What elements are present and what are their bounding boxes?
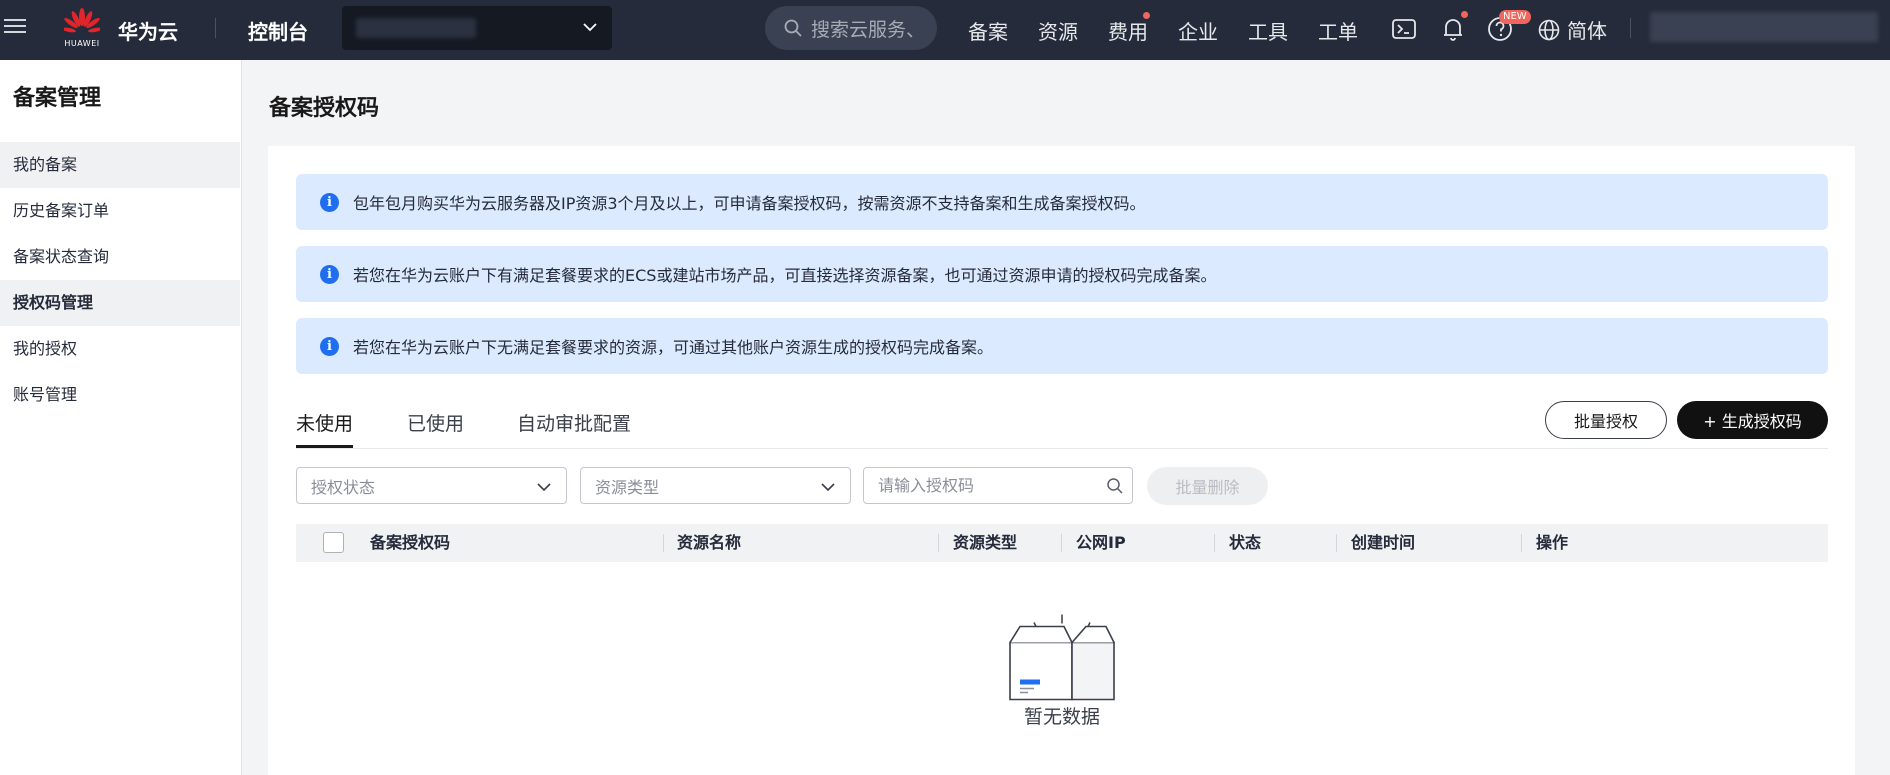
- batch-delete-button[interactable]: 批量删除: [1147, 467, 1268, 505]
- tab-auto-approval-config[interactable]: 自动审批配置: [517, 409, 631, 436]
- chevron-down-icon: [583, 23, 597, 32]
- auth-code-input[interactable]: [864, 468, 1084, 503]
- search-icon: [784, 19, 802, 37]
- bell-notification-dot: [1461, 11, 1468, 18]
- info-icon: i: [320, 264, 339, 284]
- language-switcher[interactable]: 简体: [1537, 15, 1607, 44]
- notice-text: 包年包月购买华为云服务器及IP资源3个月及以上，可申请备案授权码，按需资源不支持…: [353, 194, 1146, 213]
- tabs-divider: [296, 448, 1828, 449]
- info-icon: i: [320, 336, 339, 356]
- console-link[interactable]: 控制台: [248, 16, 308, 45]
- nav-filing[interactable]: 备案: [968, 16, 1008, 45]
- brand-name[interactable]: 华为云: [118, 16, 178, 45]
- global-search-input[interactable]: 搜索云服务、: [765, 6, 937, 50]
- logo-wordmark: HUAWEI: [64, 39, 100, 48]
- auth-status-placeholder: 授权状态: [311, 477, 376, 497]
- sidebar-item-history-orders[interactable]: 历史备案订单: [0, 188, 240, 234]
- chevron-down-icon: [537, 483, 551, 492]
- new-badge: NEW: [1499, 10, 1531, 24]
- auth-status-select[interactable]: 授权状态: [296, 467, 567, 504]
- menu-icon[interactable]: [4, 15, 28, 39]
- column-divider[interactable]: [1336, 534, 1337, 552]
- notice-text: 若您在华为云账户下有满足套餐要求的ECS或建站市场产品，可直接选择资源备案，也可…: [353, 266, 1217, 285]
- column-divider[interactable]: [1521, 534, 1522, 552]
- nav-tickets[interactable]: 工单: [1318, 16, 1358, 45]
- info-notice: i 包年包月购买华为云服务器及IP资源3个月及以上，可申请备案授权码，按需资源不…: [296, 174, 1828, 230]
- info-notice: i 若您在华为云账户下无满足套餐要求的资源，可通过其他账户资源生成的授权码完成备…: [296, 318, 1828, 374]
- globe-icon: [1538, 19, 1560, 40]
- sidebar: 备案管理 我的备案 历史备案订单 备案状态查询 授权码管理 我的授权 账号管理: [0, 60, 242, 775]
- auth-code-search: [863, 467, 1133, 504]
- notice-text: 若您在华为云账户下无满足套餐要求的资源，可通过其他账户资源生成的授权码完成备案。: [353, 338, 994, 357]
- page-title: 备案授权码: [269, 96, 380, 121]
- column-header[interactable]: 备案授权码: [370, 524, 450, 562]
- huawei-logo[interactable]: HUAWEI: [62, 8, 102, 52]
- bell-icon[interactable]: [1439, 15, 1467, 43]
- column-divider[interactable]: [1061, 534, 1062, 552]
- region-value-blurred: [356, 18, 476, 38]
- column-header[interactable]: 创建时间: [1351, 524, 1415, 562]
- resource-type-placeholder: 资源类型: [595, 477, 660, 497]
- region-selector[interactable]: [342, 6, 612, 50]
- account-menu-blurred[interactable]: [1650, 12, 1878, 42]
- tab-unused[interactable]: 未使用: [296, 409, 353, 436]
- batch-authorize-button[interactable]: 批量授权: [1545, 401, 1667, 439]
- tab-used[interactable]: 已使用: [407, 409, 464, 436]
- terminal-icon[interactable]: [1390, 15, 1418, 43]
- top-navigation-bar: HUAWEI 华为云 控制台 搜索云服务、 备案 资源 费用 企业 工具 工单 …: [0, 0, 1890, 60]
- resource-type-select[interactable]: 资源类型: [580, 467, 851, 504]
- language-label: 简体: [1567, 19, 1607, 43]
- huawei-flower-icon: [64, 8, 100, 33]
- sidebar-item-status-query[interactable]: 备案状态查询: [0, 234, 240, 280]
- empty-state-text: 暂无数据: [1023, 706, 1100, 728]
- search-icon[interactable]: [1106, 477, 1124, 495]
- search-placeholder: 搜索云服务、: [811, 18, 926, 41]
- column-divider[interactable]: [938, 534, 939, 552]
- column-divider[interactable]: [663, 534, 664, 552]
- divider: [215, 18, 216, 38]
- nav-enterprise[interactable]: 企业: [1178, 16, 1218, 45]
- info-icon: i: [320, 192, 339, 212]
- table-header: 备案授权码 资源名称 资源类型 公网IP 状态 创建时间 操作: [296, 524, 1828, 562]
- generate-auth-code-button[interactable]: + 生成授权码: [1677, 401, 1828, 439]
- column-header[interactable]: 公网IP: [1076, 524, 1126, 562]
- sidebar-item-auth-code-management[interactable]: 授权码管理: [0, 280, 240, 326]
- billing-notification-dot: [1143, 12, 1150, 19]
- sidebar-title: 备案管理: [13, 86, 102, 111]
- column-header[interactable]: 操作: [1536, 524, 1568, 562]
- sidebar-item-my-authorizations[interactable]: 我的授权: [0, 326, 240, 372]
- chevron-down-icon: [821, 483, 835, 492]
- column-header[interactable]: 资源名称: [677, 524, 741, 562]
- scrollbar[interactable]: [1882, 60, 1890, 775]
- sidebar-item-account-management[interactable]: 账号管理: [0, 372, 240, 418]
- info-notice: i 若您在华为云账户下有满足套餐要求的ECS或建站市场产品，可直接选择资源备案，…: [296, 246, 1828, 302]
- nav-tools[interactable]: 工具: [1248, 16, 1288, 45]
- divider: [1630, 18, 1631, 38]
- nav-resources[interactable]: 资源: [1038, 16, 1078, 45]
- column-header[interactable]: 状态: [1229, 524, 1261, 562]
- column-header[interactable]: 资源类型: [953, 524, 1017, 562]
- select-all-checkbox[interactable]: [323, 532, 344, 553]
- column-divider[interactable]: [1214, 534, 1215, 552]
- sidebar-item-my-filings[interactable]: 我的备案: [0, 142, 240, 188]
- nav-billing[interactable]: 费用: [1108, 16, 1148, 45]
